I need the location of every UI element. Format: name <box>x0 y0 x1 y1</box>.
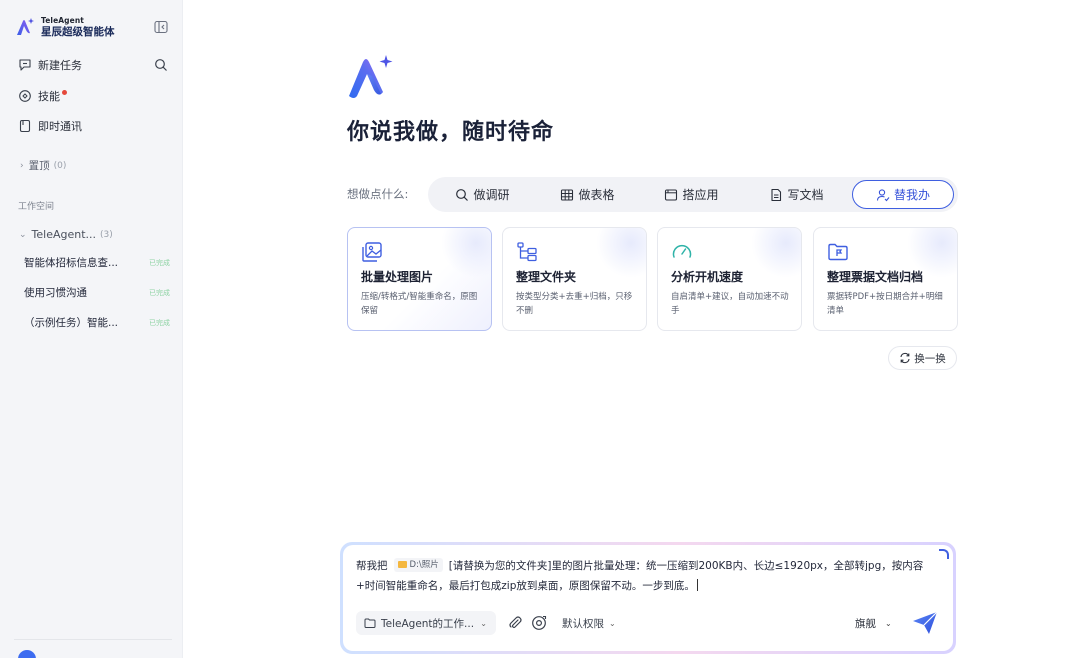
brand[interactable]: TeleAgent 星辰超级智能体 <box>15 17 115 37</box>
folder-icon <box>364 618 376 628</box>
tab-label: 搭应用 <box>682 188 719 202</box>
pinned-group[interactable]: › 置顶 (0) <box>20 158 66 173</box>
pinned-label: 置顶 <box>28 160 50 172</box>
image-stack-icon <box>362 242 382 262</box>
sidebar: TeleAgent 星辰超级智能体 新建任务 技能 即时通讯 › 置顶 (0) … <box>0 0 183 658</box>
app-logo-icon <box>17 18 34 35</box>
refresh-label: 换一换 <box>914 352 946 365</box>
suggestion-card-organize-folder[interactable]: 整理文件夹 按类型分类+去重+归档，只移不删 <box>502 227 647 331</box>
chevron-down-icon: ⌄ <box>480 618 487 628</box>
card-title: 批量处理图片 <box>361 270 434 284</box>
tab-label: 替我办 <box>893 188 930 202</box>
brand-name-en: TeleAgent <box>41 16 84 25</box>
tab-write-doc[interactable]: 写文档 <box>759 180 834 209</box>
im-icon <box>19 119 31 133</box>
card-title: 整理文件夹 <box>516 270 577 284</box>
chevron-down-icon: ⌄ <box>19 229 27 240</box>
suggestion-card-batch-images[interactable]: 批量处理图片 压缩/转格式/智能重命名，原图保留 <box>347 227 492 331</box>
skills-badge-dot <box>62 89 67 95</box>
chevron-down-icon: ⌄ <box>609 619 616 628</box>
text-caret <box>696 579 698 591</box>
table-icon <box>561 188 574 201</box>
card-title: 整理票据文档归档 <box>827 270 924 284</box>
folder-flag-icon <box>828 243 848 261</box>
search-icon[interactable] <box>154 58 168 72</box>
search-icon <box>456 188 469 201</box>
card-title: 分析开机速度 <box>671 270 744 284</box>
task-title: 智能体招标信息查... <box>24 257 119 269</box>
hero-logo-icon <box>349 55 393 98</box>
workspace-section-label: 工作空间 <box>18 202 55 212</box>
sidebar-item-im[interactable]: 即时通讯 <box>18 118 82 134</box>
workspace-select-label: TeleAgent的工作... <box>381 617 475 630</box>
card-description: 自启清单+建议，自动加速不动手 <box>671 292 789 316</box>
task-title: 使用习惯沟通 <box>24 287 87 299</box>
folder-icon <box>397 561 407 568</box>
paperclip-icon[interactable] <box>507 615 523 631</box>
prompt-input[interactable]: 帮我把 D:\照片 [请替换为您的文件夹]里的图片批量处理：统一压缩到200KB内、… <box>356 556 941 596</box>
tab-label: 做调研 <box>473 188 510 202</box>
screen-record-icon[interactable] <box>531 615 547 631</box>
task-type-tabs: 做调研 做表格 搭应用 写文档 替我办 <box>428 177 958 212</box>
new-task-icon <box>19 59 31 71</box>
workspace-group[interactable]: ⌄ TeleAgent... (3) <box>19 228 113 241</box>
task-status: 已完成 <box>149 318 170 327</box>
tab-label: 做表格 <box>578 188 615 202</box>
tab-label: 写文档 <box>787 188 824 202</box>
chevron-right-icon: › <box>20 160 24 171</box>
suggestion-card-archive-receipts[interactable]: 整理票据文档归档 票据转PDF+按日期合并+明细清单 <box>813 227 958 331</box>
user-check-icon <box>876 188 890 201</box>
tab-do-for-me[interactable]: 替我办 <box>852 180 954 209</box>
sidebar-item-new-task[interactable]: 新建任务 <box>18 57 82 73</box>
task-item[interactable]: 智能体招标信息查... 已完成 <box>24 255 170 270</box>
skills-label: 技能 <box>38 90 60 103</box>
refresh-icon <box>900 352 910 364</box>
refresh-suggestions-button[interactable]: 换一换 <box>888 346 957 370</box>
sidebar-item-skills[interactable]: 技能 <box>18 88 67 104</box>
workspace-name: TeleAgent... <box>31 228 97 241</box>
new-task-label: 新建任务 <box>38 59 82 72</box>
permission-select[interactable]: 默认权限 ⌄ <box>562 616 616 631</box>
task-status: 已完成 <box>149 288 170 297</box>
im-label: 即时通讯 <box>38 120 82 133</box>
model-label: 旗舰 <box>855 618 876 630</box>
folder-chip-label: D:\照片 <box>409 559 439 570</box>
tab-spreadsheet[interactable]: 做表格 <box>550 180 625 209</box>
suggestion-card-boot-speed[interactable]: 分析开机速度 自启清单+建议，自动加速不动手 <box>657 227 802 331</box>
speed-gauge-icon <box>672 244 692 258</box>
card-description: 票据转PDF+按日期合并+明细清单 <box>827 292 943 316</box>
chevron-down-icon: ⌄ <box>885 619 892 628</box>
workspace-count: (3) <box>100 229 113 240</box>
composer: 帮我把 D:\照片 [请替换为您的文件夹]里的图片批量处理：统一压缩到200KB内、… <box>343 545 953 651</box>
pinned-count: (0) <box>53 160 67 171</box>
ask-label: 想做点什么: <box>347 187 409 201</box>
sidebar-collapse-icon[interactable] <box>154 20 168 34</box>
task-status: 已完成 <box>149 258 170 267</box>
task-title: （示例任务）智能... <box>24 317 119 329</box>
card-description: 按类型分类+去重+归档，只移不删 <box>516 292 633 316</box>
app-window-icon <box>665 188 678 201</box>
avatar[interactable] <box>18 650 36 658</box>
page-title: 你说我做，随时待命 <box>347 120 555 145</box>
prompt-prefix: 帮我把 <box>356 560 388 572</box>
workspace-select[interactable]: TeleAgent的工作... ⌄ <box>356 611 496 635</box>
send-icon[interactable] <box>912 611 938 635</box>
skills-icon <box>19 90 31 102</box>
permission-label: 默认权限 <box>562 618 604 630</box>
sidebar-divider <box>14 639 172 640</box>
task-item[interactable]: 使用习惯沟通 已完成 <box>24 285 170 300</box>
card-description: 压缩/转格式/智能重命名，原图保留 <box>361 292 478 316</box>
model-select[interactable]: 旗舰 ⌄ <box>855 616 892 631</box>
folder-chip[interactable]: D:\照片 <box>393 557 443 572</box>
brand-name-cn: 星辰超级智能体 <box>41 25 115 38</box>
task-item[interactable]: （示例任务）智能... 已完成 <box>24 315 170 330</box>
folder-tree-icon <box>517 242 537 262</box>
tab-build-app[interactable]: 搭应用 <box>654 180 729 209</box>
document-icon <box>771 188 782 201</box>
tab-research[interactable]: 做调研 <box>445 180 520 209</box>
